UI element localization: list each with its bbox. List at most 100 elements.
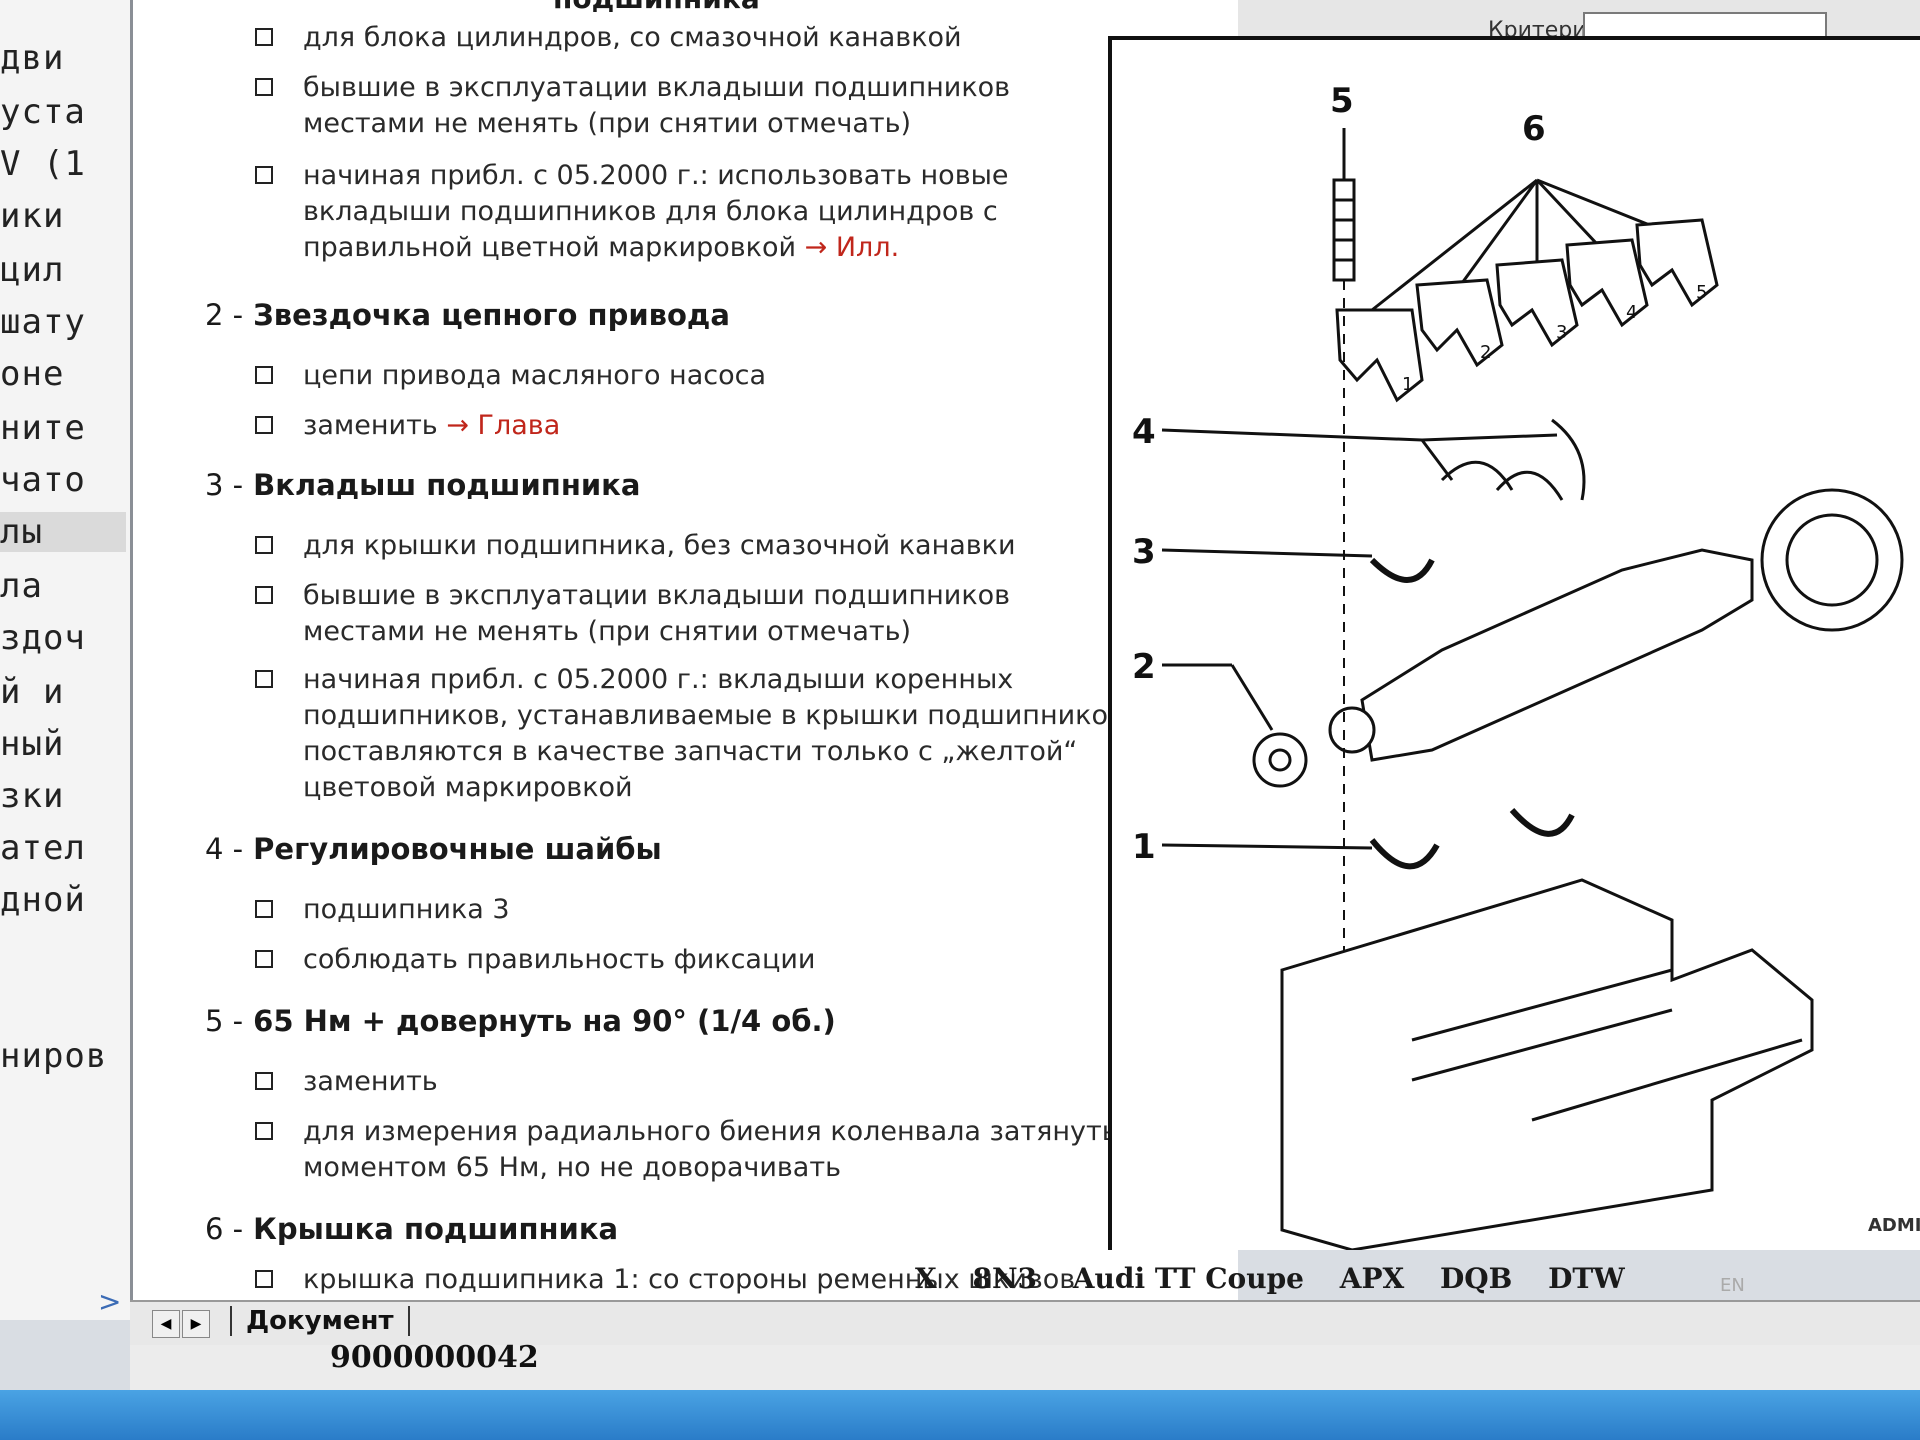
checkbox-bullet-icon <box>255 1122 273 1140</box>
item-text: для крышки подшипника, без смазочной кан… <box>303 530 1016 561</box>
cap-number: 2 <box>1480 342 1491 363</box>
exploded-view-figure: 5 6 4 3 2 1 1 2 3 4 5 <box>1108 36 1920 1250</box>
thrust-washer <box>1551 418 1586 501</box>
tab-next-arrow[interactable]: ▶ <box>182 1310 210 1338</box>
section-title: 6 - Крышка подшипника <box>205 1212 618 1246</box>
callout-label: 2 <box>1132 647 1156 687</box>
tab-prev-arrow[interactable]: ◀ <box>152 1310 180 1338</box>
section-number: 4 - <box>205 832 244 866</box>
list-item: заменить <box>255 1064 1123 1100</box>
nav-tree-item[interactable]: здоч <box>0 618 86 658</box>
bearing-shell <box>1369 838 1440 870</box>
callout-label: 5 <box>1330 81 1354 121</box>
list-item: бывшие в эксплуатации вкладыши подшипник… <box>255 578 1123 650</box>
nav-tree-item[interactable]: цил <box>0 250 64 290</box>
document-number: 9000000042 <box>330 1340 539 1375</box>
nav-tree-item[interactable]: ниров <box>0 1036 107 1076</box>
nav-tree-item[interactable]: й и <box>0 672 64 712</box>
document-viewer: подшипника для блока цилиндров, со смазо… <box>133 0 1238 1310</box>
list-item: цепи привода масляного насоса <box>255 358 1123 394</box>
bearing-shell <box>1509 808 1575 837</box>
item-text: заменить <box>303 410 438 441</box>
nav-tree-item-selected[interactable]: лы <box>0 512 126 552</box>
nav-tree-item[interactable]: ный <box>0 724 64 764</box>
item-text: соблюдать правильность фиксации <box>303 944 816 975</box>
item-text: для блока цилиндров, со смазочной канавк… <box>303 22 962 53</box>
scroll-right-arrow[interactable]: > <box>98 1285 121 1318</box>
callout-label: 4 <box>1132 412 1156 452</box>
list-item: подшипника 3 <box>255 892 1123 928</box>
tab-document[interactable]: Документ <box>230 1306 410 1336</box>
nav-tree-item[interactable]: ател <box>0 828 86 868</box>
list-item: для блока цилиндров, со смазочной канавк… <box>255 20 1123 56</box>
search-criteria-bar: Критерий ▼ ⚲ ⚲ <box>1238 0 1920 96</box>
nav-tree-item[interactable]: дной <box>0 880 86 920</box>
engine-code: DQB <box>1440 1262 1513 1295</box>
model-name: Audi TT Coupe <box>1072 1262 1304 1295</box>
illustration-link[interactable]: → Илл. <box>805 232 900 263</box>
checkbox-bullet-icon <box>255 366 273 384</box>
section-title-text: Вкладыш подшипника <box>253 468 641 502</box>
section-number: 6 - <box>205 1212 244 1246</box>
list-item: начиная прибл. с 05.2000 г.: вкладыши ко… <box>255 662 1163 806</box>
section-title: 5 - 65 Нм + довернуть на 90° (1/4 об.) <box>205 1004 836 1038</box>
nav-tree-item[interactable]: чато <box>0 460 86 500</box>
checkbox-bullet-icon <box>255 950 273 968</box>
sensor-wheel <box>1760 488 1904 632</box>
nav-tree-item[interactable]: зки <box>0 776 64 816</box>
checkbox-bullet-icon <box>255 416 273 434</box>
language-indicator[interactable]: EN <box>1720 1275 1745 1296</box>
callout-label: 1 <box>1132 827 1156 867</box>
nav-tree-item[interactable]: оне <box>0 354 64 394</box>
nav-tree-item[interactable]: дви <box>0 38 64 78</box>
list-item: заменить → Глава <box>255 408 1123 444</box>
list-item: бывшие в эксплуатации вкладыши подшипник… <box>255 70 1123 142</box>
item-text: заменить <box>303 1066 438 1097</box>
checkbox-bullet-icon <box>255 78 273 96</box>
section-title: 4 - Регулировочные шайбы <box>205 832 662 866</box>
item-text: начиная прибл. с 05.2000 г.: использоват… <box>303 160 1009 263</box>
nav-tree-item[interactable]: уста <box>0 92 86 132</box>
user-label: ADMI <box>1868 1215 1920 1236</box>
crankshaft <box>1360 548 1754 762</box>
nav-tree-item[interactable]: ики <box>0 196 64 236</box>
navigation-tree-panel[interactable]: дви уста V (1 ики цил шату оне ните чато… <box>0 0 133 1320</box>
nav-tree-item[interactable]: ла <box>0 566 43 606</box>
item-text: подшипника 3 <box>303 894 510 925</box>
section-title-text: Звездочка цепного привода <box>253 298 730 332</box>
list-item: начиная прибл. с 05.2000 г.: использоват… <box>255 158 1123 266</box>
checkbox-bullet-icon <box>255 586 273 604</box>
nav-tree-item[interactable]: ните <box>0 408 86 448</box>
bolt-shape <box>1332 178 1356 282</box>
nav-tree-item[interactable]: шату <box>0 302 86 342</box>
checkbox-bullet-icon <box>255 1072 273 1090</box>
list-item: соблюдать правильность фиксации <box>255 942 1123 978</box>
cap-number: 4 <box>1626 302 1637 323</box>
section-title-text: 65 Нм + довернуть на 90° (1/4 об.) <box>253 1004 836 1038</box>
nav-tree-item[interactable]: V (1 <box>0 144 86 184</box>
section-number: 2 - <box>205 298 244 332</box>
item-text: для измерения радиального биения коленва… <box>303 1116 1118 1183</box>
section-title-text: Регулировочные шайбы <box>253 832 662 866</box>
section-number: 3 - <box>205 468 244 502</box>
os-taskbar[interactable] <box>0 1390 1920 1440</box>
checkbox-bullet-icon <box>255 670 273 688</box>
crankshaft-nose <box>1328 706 1376 754</box>
thrust-washer <box>1495 470 1564 501</box>
vehicle-info-bar: X 8N3 Audi TT Coupe APX DQB DTW <box>915 1262 1651 1295</box>
section-title-text: Крышка подшипника <box>253 1212 619 1246</box>
cap-number: 5 <box>1696 282 1707 303</box>
close-icon[interactable]: X <box>915 1262 937 1295</box>
item-text: начиная прибл. с 05.2000 г.: вкладыши ко… <box>303 664 1133 803</box>
model-code: 8N3 <box>972 1262 1038 1295</box>
checkbox-bullet-icon <box>255 28 273 46</box>
cap-number: 1 <box>1402 374 1413 395</box>
item-text: бывшие в эксплуатации вкладыши подшипник… <box>303 580 1011 647</box>
list-item: для крышки подшипника, без смазочной кан… <box>255 528 1123 564</box>
item-text: цепи привода масляного насоса <box>303 360 767 391</box>
engine-code: APX <box>1339 1262 1405 1295</box>
chapter-link[interactable]: → Глава <box>446 410 560 441</box>
cylinder-block <box>1280 878 1814 1250</box>
section-header-partial: подшипника <box>553 0 760 15</box>
checkbox-bullet-icon <box>255 900 273 918</box>
